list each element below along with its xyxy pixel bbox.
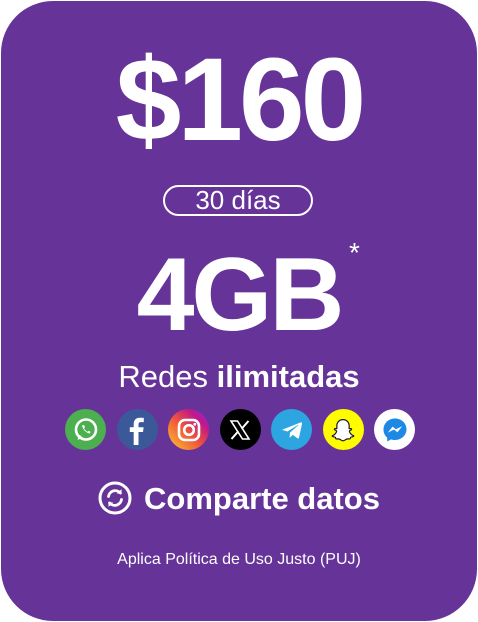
plan-price: $160: [115, 34, 367, 166]
data-allowance: 4GB *: [1, 237, 477, 353]
social-apps-row: [65, 409, 415, 451]
facebook-icon: [116, 409, 158, 450]
footnote-asterisk: *: [349, 237, 360, 268]
social-prefix: Redes: [118, 359, 217, 394]
period-badge: 30 días: [163, 185, 313, 216]
data-amount: 4GB: [136, 237, 345, 353]
share-data-label: Comparte datos: [144, 480, 380, 516]
snapchat-icon: [322, 409, 364, 450]
share-data-feature: Comparte datos: [1, 481, 477, 515]
share-data-icon: [98, 481, 132, 515]
fair-use-policy-notice: Aplica Política de Uso Justo (PUJ): [117, 551, 361, 568]
unlimited-social-label: Redes ilimitadas: [1, 361, 477, 392]
x-icon: [219, 409, 261, 450]
messenger-icon: [374, 409, 415, 450]
plan-card[interactable]: $160 30 días 4GB * Redes ilimitadas Comp…: [1, 1, 477, 621]
social-emphasis: ilimitadas: [216, 359, 360, 394]
whatsapp-icon: [65, 409, 106, 450]
telegram-icon: [271, 409, 312, 450]
instagram-icon: [168, 409, 209, 450]
